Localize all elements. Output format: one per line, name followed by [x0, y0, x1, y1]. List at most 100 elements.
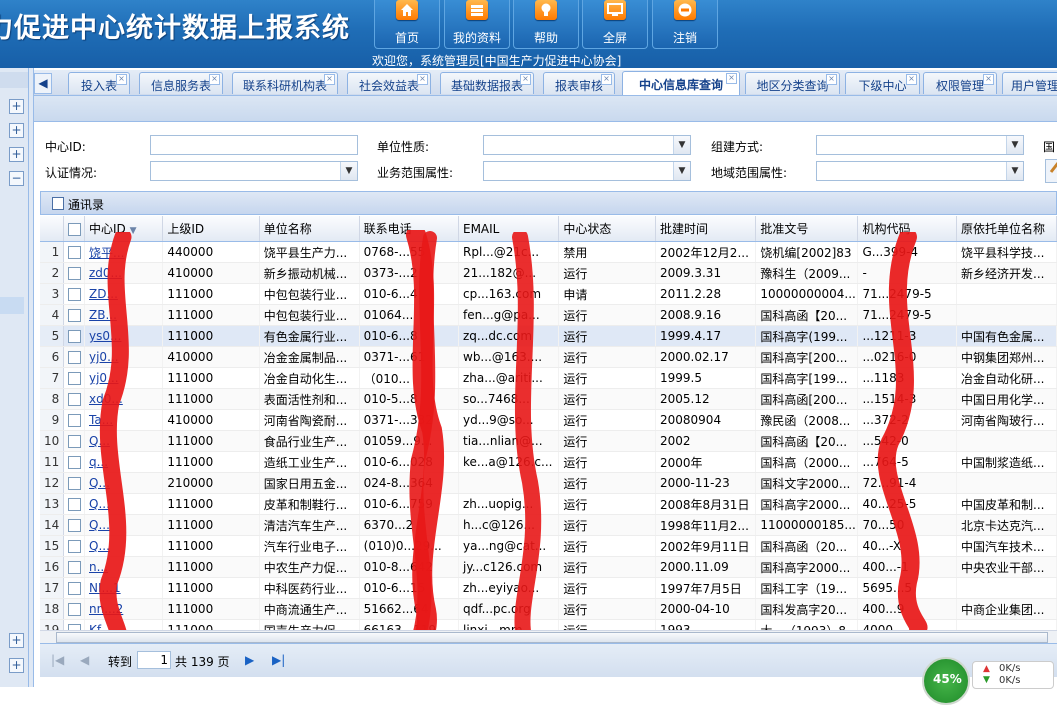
row-checkbox[interactable]: [68, 603, 82, 616]
row-select-cell[interactable]: [63, 262, 85, 284]
column-header[interactable]: 批准文号: [755, 216, 859, 242]
row-select-cell[interactable]: [63, 514, 85, 536]
row-checkbox[interactable]: [68, 414, 82, 427]
table-row[interactable]: 19 Kf...111000国声生产力促...66163...119linxi..…: [40, 619, 1057, 630]
row-checkbox[interactable]: [68, 456, 82, 469]
table-cell[interactable]: Q...: [84, 472, 164, 494]
row-select-cell[interactable]: [63, 451, 85, 473]
table-row[interactable]: 6 yj0... 410000 冶金金属制品... 0371-...61 wb...@16…: [40, 346, 1057, 368]
tab-close-icon[interactable]: ×: [983, 74, 994, 85]
column-header[interactable]: 中心ID ▼: [84, 216, 164, 242]
row-checkbox[interactable]: [68, 351, 82, 364]
table-row[interactable]: 17 NI...1 111000 中科医药行业... 010-6...15 zh...ey…: [40, 577, 1057, 599]
table-row[interactable]: 7 yj0... 111000 冶金自动化生... （010... zha...@arit…: [40, 367, 1057, 389]
row-select-cell[interactable]: [63, 346, 85, 368]
table-row[interactable]: 8 xd0... 111000 表面活性剂和... 010-5...8 so...7468…: [40, 388, 1057, 410]
table-cell[interactable]: Q...: [84, 535, 164, 557]
table-row[interactable]: 1 饶平... 440000 饶平县生产力... 0768-...55 Rpl...@21…: [40, 241, 1057, 263]
select-all-checkbox[interactable]: [68, 222, 82, 236]
select-all-header[interactable]: [63, 216, 85, 242]
row-checkbox[interactable]: [68, 267, 82, 280]
row-checkbox[interactable]: [68, 246, 82, 259]
help-button[interactable]: 帮助: [513, 0, 579, 49]
column-header[interactable]: 上级ID: [162, 216, 260, 242]
first-page-icon[interactable]: |◀: [51, 653, 64, 667]
tab-social-benefit[interactable]: 社会效益表 ×: [347, 72, 431, 94]
unit-nature-select[interactable]: ▼: [483, 135, 691, 155]
table-cell[interactable]: n...: [84, 556, 164, 578]
table-cell[interactable]: nn...2: [84, 598, 164, 620]
table-row[interactable]: 10 Q... 111000 食品行业生产... 01059...9... tia...n…: [40, 430, 1057, 452]
column-header[interactable]: 原依托单位名称: [956, 216, 1057, 242]
table-cell[interactable]: zd0...: [84, 262, 164, 284]
row-select-cell[interactable]: [63, 472, 85, 494]
table-cell[interactable]: ZD...: [84, 283, 164, 305]
tab-user-management[interactable]: 用户管理: [1002, 72, 1057, 94]
center-id-input[interactable]: [150, 135, 358, 155]
tab-report-review[interactable]: 报表审核 ×: [543, 72, 615, 94]
column-header[interactable]: 中心状态: [558, 216, 656, 242]
logout-button[interactable]: 注销: [652, 0, 718, 49]
row-checkbox[interactable]: [68, 498, 82, 511]
table-cell[interactable]: NI...1: [84, 577, 164, 599]
home-button[interactable]: 首页: [374, 0, 440, 49]
table-cell[interactable]: Ta...: [84, 409, 164, 431]
region-scope-select[interactable]: ▼: [816, 161, 1024, 181]
table-cell[interactable]: Q...: [84, 514, 164, 536]
tab-close-icon[interactable]: ×: [601, 74, 612, 85]
scrollbar-thumb[interactable]: [56, 632, 1048, 643]
service-scope-select[interactable]: ▼: [483, 161, 691, 181]
tab-sub-centers[interactable]: 下级中心 ×: [845, 72, 920, 94]
table-cell[interactable]: yj0...: [84, 346, 164, 368]
row-checkbox[interactable]: [68, 288, 82, 301]
sidebar-expand-button[interactable]: +: [9, 147, 24, 162]
last-page-icon[interactable]: ▶|: [272, 653, 285, 667]
table-cell[interactable]: Q...: [84, 493, 164, 515]
column-header[interactable]: 机构代码: [857, 216, 957, 242]
column-header[interactable]: EMAIL: [458, 216, 560, 242]
my-profile-button[interactable]: 我的资料: [444, 0, 510, 49]
row-checkbox[interactable]: [68, 582, 82, 595]
table-cell[interactable]: yj0...: [84, 367, 164, 389]
table-row[interactable]: 15 Q... 111000 汽车行业电子... (010)0...29... ya...…: [40, 535, 1057, 557]
tab-research-institutes[interactable]: 联系科研机构表 ×: [232, 72, 338, 94]
table-row[interactable]: 12 Q... 210000 国家日用五金... 024-8...364 运行 2000-1…: [40, 472, 1057, 494]
tab-close-icon[interactable]: ×: [324, 74, 335, 85]
sidebar-expand-button[interactable]: +: [9, 658, 24, 673]
row-select-cell[interactable]: [63, 556, 85, 578]
table-row[interactable]: 3 ZD... 111000 中包包装行业... 010-6...4 cp...163.c…: [40, 283, 1057, 305]
table-row[interactable]: 11 q... 111000 造纸工业生产... 010-6...028 ke...a@1…: [40, 451, 1057, 473]
table-cell[interactable]: ys0...: [84, 325, 164, 347]
row-select-cell[interactable]: [63, 241, 85, 263]
column-header[interactable]: 联系电话: [359, 216, 460, 242]
table-cell[interactable]: xd0...: [84, 388, 164, 410]
page-number-input[interactable]: 1: [137, 651, 171, 669]
row-select-cell[interactable]: [63, 325, 85, 347]
table-row[interactable]: 4 ZB... 111000 中包包装行业... 01064... fen...g@pa.…: [40, 304, 1057, 326]
tab-info-service[interactable]: 信息服务表 ×: [139, 72, 223, 94]
table-row[interactable]: 9 Ta... 410000 河南省陶瓷耐... 0371-...332 yd...9@s…: [40, 409, 1057, 431]
row-checkbox[interactable]: [68, 372, 82, 385]
tab-input-table[interactable]: 投入表 ×: [68, 72, 130, 94]
tab-region-query[interactable]: 地区分类查询 ×: [745, 72, 840, 94]
tab-basic-data[interactable]: 基础数据报表 ×: [440, 72, 534, 94]
row-checkbox[interactable]: [68, 540, 82, 553]
next-page-icon[interactable]: ▶: [245, 653, 254, 667]
row-select-cell[interactable]: [63, 430, 85, 452]
sidebar-expand-button[interactable]: +: [9, 633, 24, 648]
table-cell[interactable]: ZB...: [84, 304, 164, 326]
tab-scroll-left-button[interactable]: ◀: [34, 73, 52, 94]
table-cell[interactable]: Kf...: [84, 619, 164, 630]
row-select-cell[interactable]: [63, 493, 85, 515]
table-row[interactable]: 18 nn...2 111000 中商流通生产... 51662...64 qdf...p…: [40, 598, 1057, 620]
search-button[interactable]: [1045, 159, 1057, 183]
column-header[interactable]: 单位名称: [259, 216, 360, 242]
horizontal-scrollbar[interactable]: [40, 630, 1057, 643]
chevron-down-icon[interactable]: ▼: [673, 136, 690, 154]
row-checkbox[interactable]: [68, 330, 82, 343]
sidebar-collapse-button[interactable]: −: [9, 171, 24, 186]
column-header[interactable]: 批建时间: [655, 216, 757, 242]
chevron-down-icon[interactable]: ▼: [340, 162, 357, 180]
row-checkbox[interactable]: [68, 309, 82, 322]
row-checkbox[interactable]: [68, 477, 82, 490]
